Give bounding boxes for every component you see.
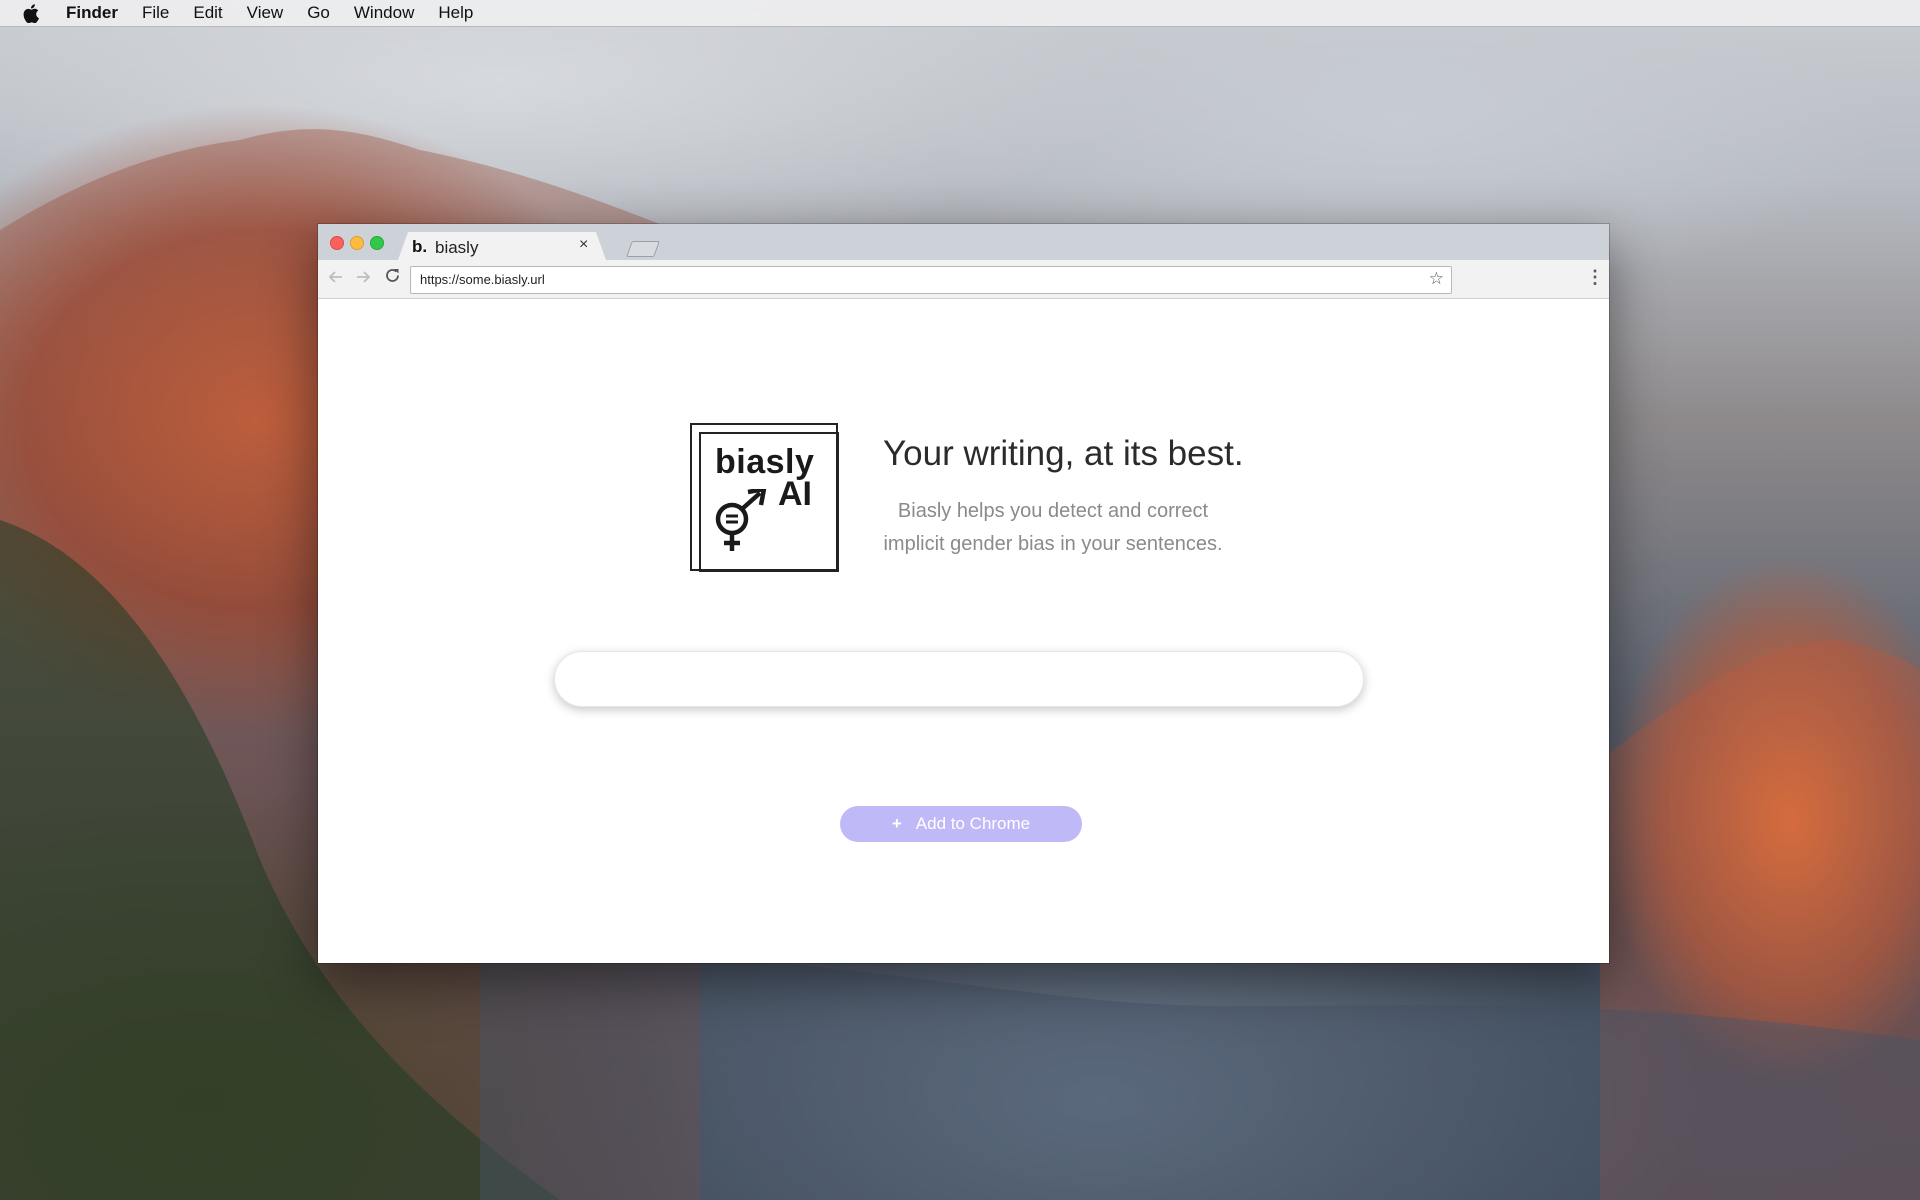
window-close-button[interactable] (330, 236, 344, 250)
hero-headline: Your writing, at its best. (883, 434, 1244, 473)
browser-toolbar: https://some.biasly.url ☆ ⋮ (318, 260, 1609, 299)
browser-window: b. biasly × https://some.biasly.url ☆ ⋮ … (318, 224, 1609, 963)
menu-app-finder[interactable]: Finder (66, 0, 118, 26)
hero-subheadline-line-2: implicit gender bias in your sentences. (883, 533, 1223, 555)
menu-go[interactable]: Go (307, 0, 330, 26)
plus-icon: + (891, 814, 902, 833)
tab-strip: b. biasly × (318, 224, 1609, 260)
menu-help[interactable]: Help (438, 0, 473, 26)
favicon-icon: b. (412, 237, 428, 256)
address-bar[interactable]: https://some.biasly.url ☆ (410, 266, 1452, 294)
apple-logo-icon[interactable] (22, 3, 40, 23)
logo-ai-text: AI (778, 475, 812, 513)
add-to-chrome-button[interactable]: + Add to Chrome (840, 806, 1082, 842)
tab-close-icon[interactable]: × (579, 236, 588, 254)
sentence-input[interactable] (554, 651, 1364, 707)
kebab-menu-icon[interactable]: ⋮ (1586, 267, 1604, 288)
menu-window[interactable]: Window (354, 0, 414, 26)
add-to-chrome-label: Add to Chrome (915, 814, 1031, 833)
hero-subheadline-line-1: Biasly helps you detect and correct (897, 500, 1209, 522)
window-maximize-button[interactable] (370, 236, 384, 250)
menu-bar: Finder File Edit View Go Window Help (0, 0, 1920, 27)
forward-arrow-icon[interactable] (355, 269, 371, 290)
new-tab-button[interactable] (626, 241, 660, 257)
menu-edit[interactable]: Edit (193, 0, 222, 26)
reload-icon[interactable] (384, 267, 401, 289)
menu-view[interactable]: View (247, 0, 284, 26)
back-arrow-icon[interactable] (328, 269, 344, 290)
tab-title: biasly (435, 238, 479, 257)
menu-file[interactable]: File (142, 0, 169, 26)
biasly-logo: biasly AI (690, 423, 844, 573)
star-icon[interactable]: ☆ (1429, 269, 1444, 289)
gender-symbol-icon (715, 489, 767, 551)
tab-biasly[interactable]: b. biasly × (398, 232, 606, 260)
page-content: biasly AI Your writing, at its best. Bia… (318, 299, 1609, 963)
window-minimize-button[interactable] (350, 236, 364, 250)
address-url[interactable]: https://some.biasly.url (420, 272, 545, 287)
hero-subheadline: Biasly helps you detect and correct impl… (878, 495, 1228, 561)
